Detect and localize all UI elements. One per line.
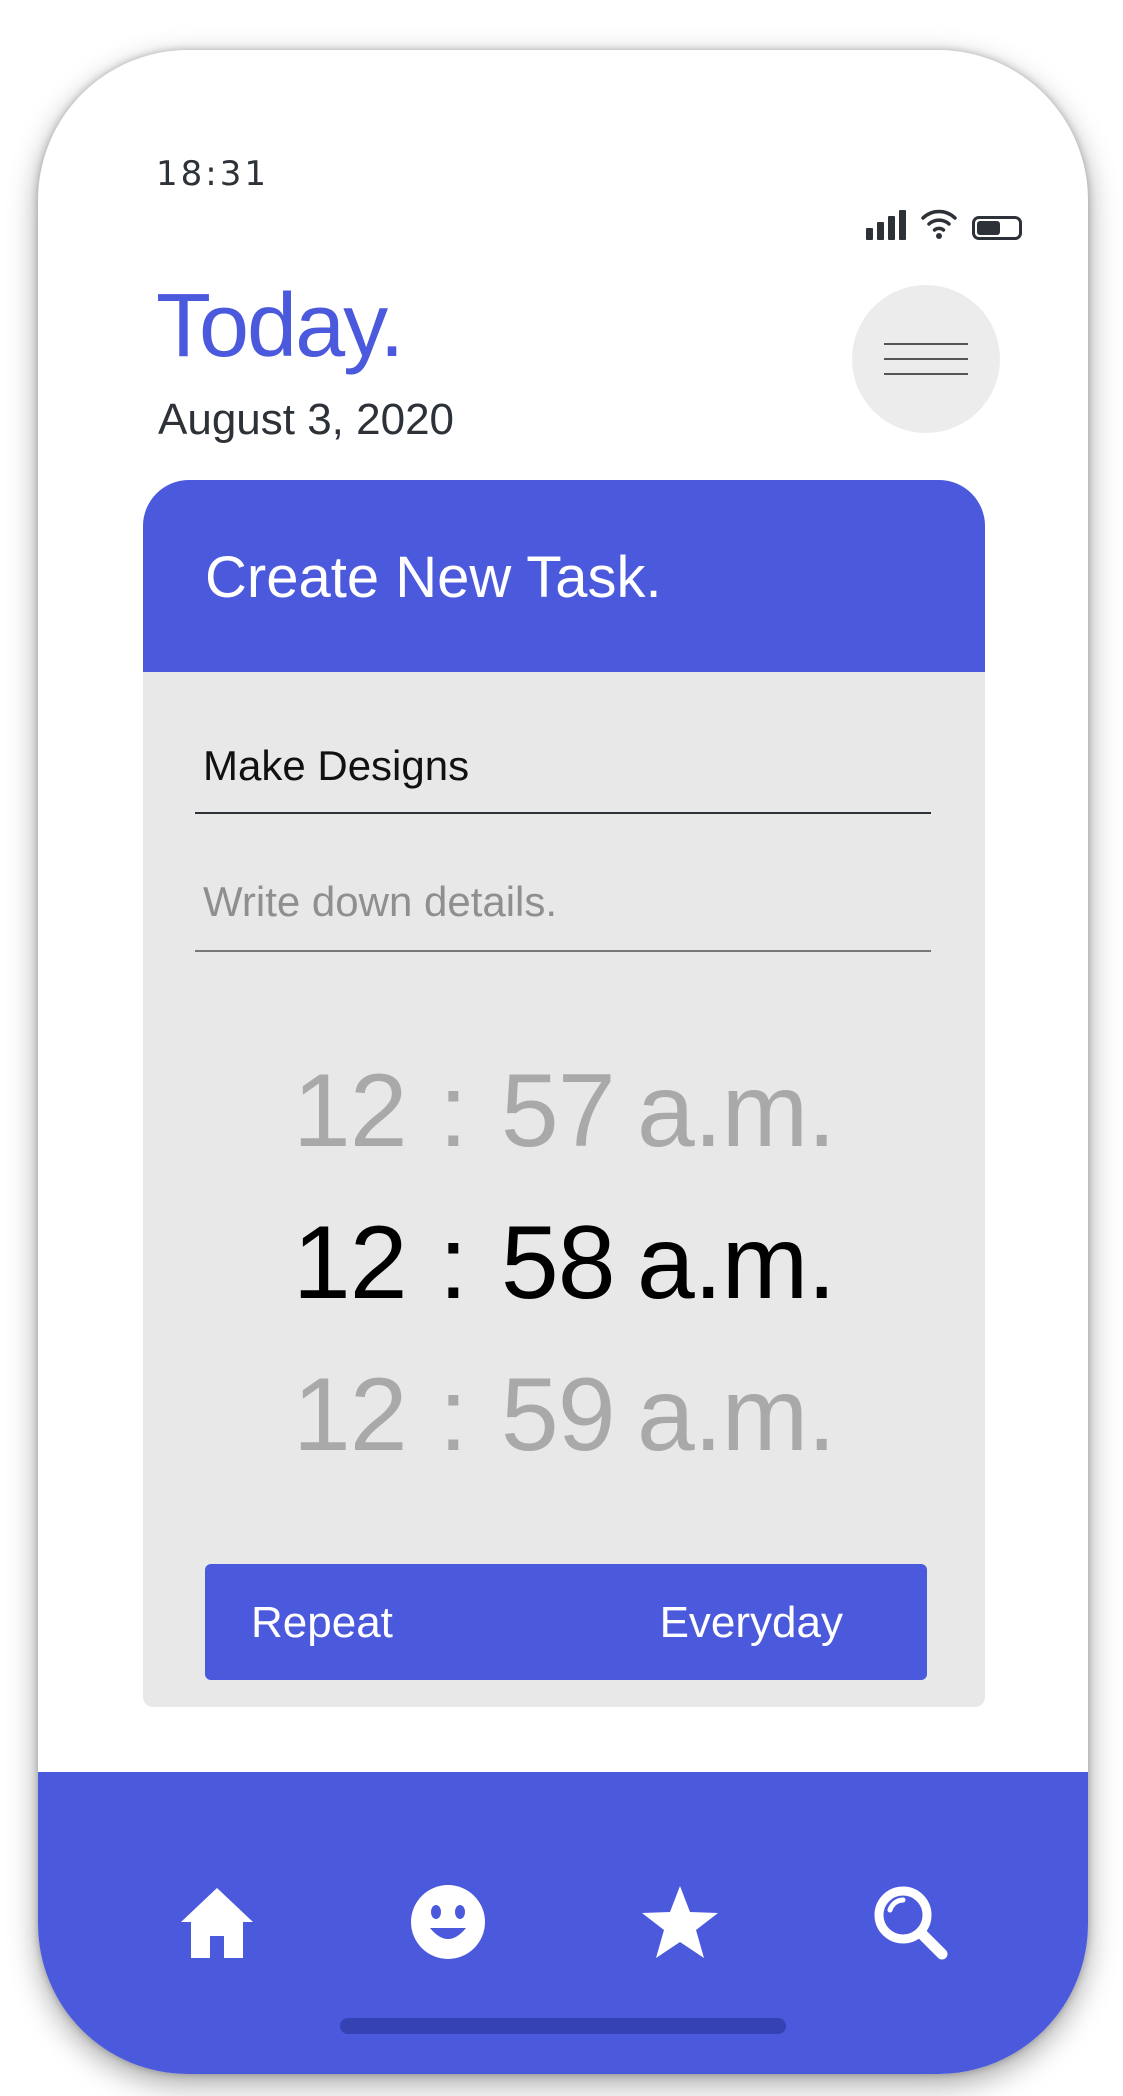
time-hour: 12 [292, 1357, 408, 1473]
task-details-field[interactable]: Write down details. [195, 852, 931, 952]
time-separator: : [438, 1357, 468, 1473]
time-period: a.m. [636, 1205, 836, 1321]
time-hour: 12 [292, 1053, 408, 1169]
time-minute: 57 [500, 1053, 616, 1169]
time-hour: 12 [292, 1205, 408, 1321]
time-period: a.m. [636, 1357, 836, 1473]
status-icons [866, 200, 1022, 240]
repeat-label: Repeat [251, 1598, 393, 1647]
home-icon[interactable] [177, 1882, 257, 1962]
time-separator: : [438, 1205, 468, 1321]
menu-button[interactable] [852, 285, 1000, 433]
smiley-icon[interactable] [408, 1882, 488, 1962]
time-separator: : [438, 1053, 468, 1169]
time-option-next[interactable]: 12 : 59 a.m. [143, 1356, 985, 1475]
hamburger-icon-line [884, 373, 968, 375]
search-icon[interactable] [870, 1882, 950, 1962]
card-heading: Create New Task. [143, 480, 985, 672]
task-name-value: Make Designs [203, 742, 470, 789]
star-icon[interactable] [640, 1882, 720, 1962]
home-indicator[interactable] [340, 2018, 786, 2034]
current-date: August 3, 2020 [158, 395, 455, 444]
task-name-field[interactable]: Make Designs [195, 710, 931, 814]
battery-icon [972, 216, 1022, 240]
time-option-selected[interactable]: 12 : 58 a.m. [143, 1204, 985, 1323]
time-minute: 59 [500, 1357, 616, 1473]
time-period: a.m. [636, 1053, 836, 1169]
hamburger-icon-line [884, 358, 968, 360]
bottom-nav [38, 1772, 1088, 2074]
time-option-prev[interactable]: 12 : 57 a.m. [143, 1052, 985, 1171]
wifi-icon [921, 209, 957, 239]
create-task-card: Create New Task. Make Designs Write down… [143, 480, 985, 1707]
repeat-value: Everyday [659, 1598, 843, 1647]
page-title: Today. [156, 276, 404, 376]
repeat-selector[interactable]: Repeat Everyday [205, 1564, 927, 1680]
hamburger-icon-line [884, 343, 968, 345]
time-minute: 58 [500, 1205, 616, 1321]
status-time: 18:31 [156, 154, 269, 194]
task-details-placeholder: Write down details. [203, 878, 558, 925]
phone-frame: 18:31 Today. August 3, 2020 Create New T… [38, 50, 1088, 2074]
signal-icon [866, 208, 906, 240]
